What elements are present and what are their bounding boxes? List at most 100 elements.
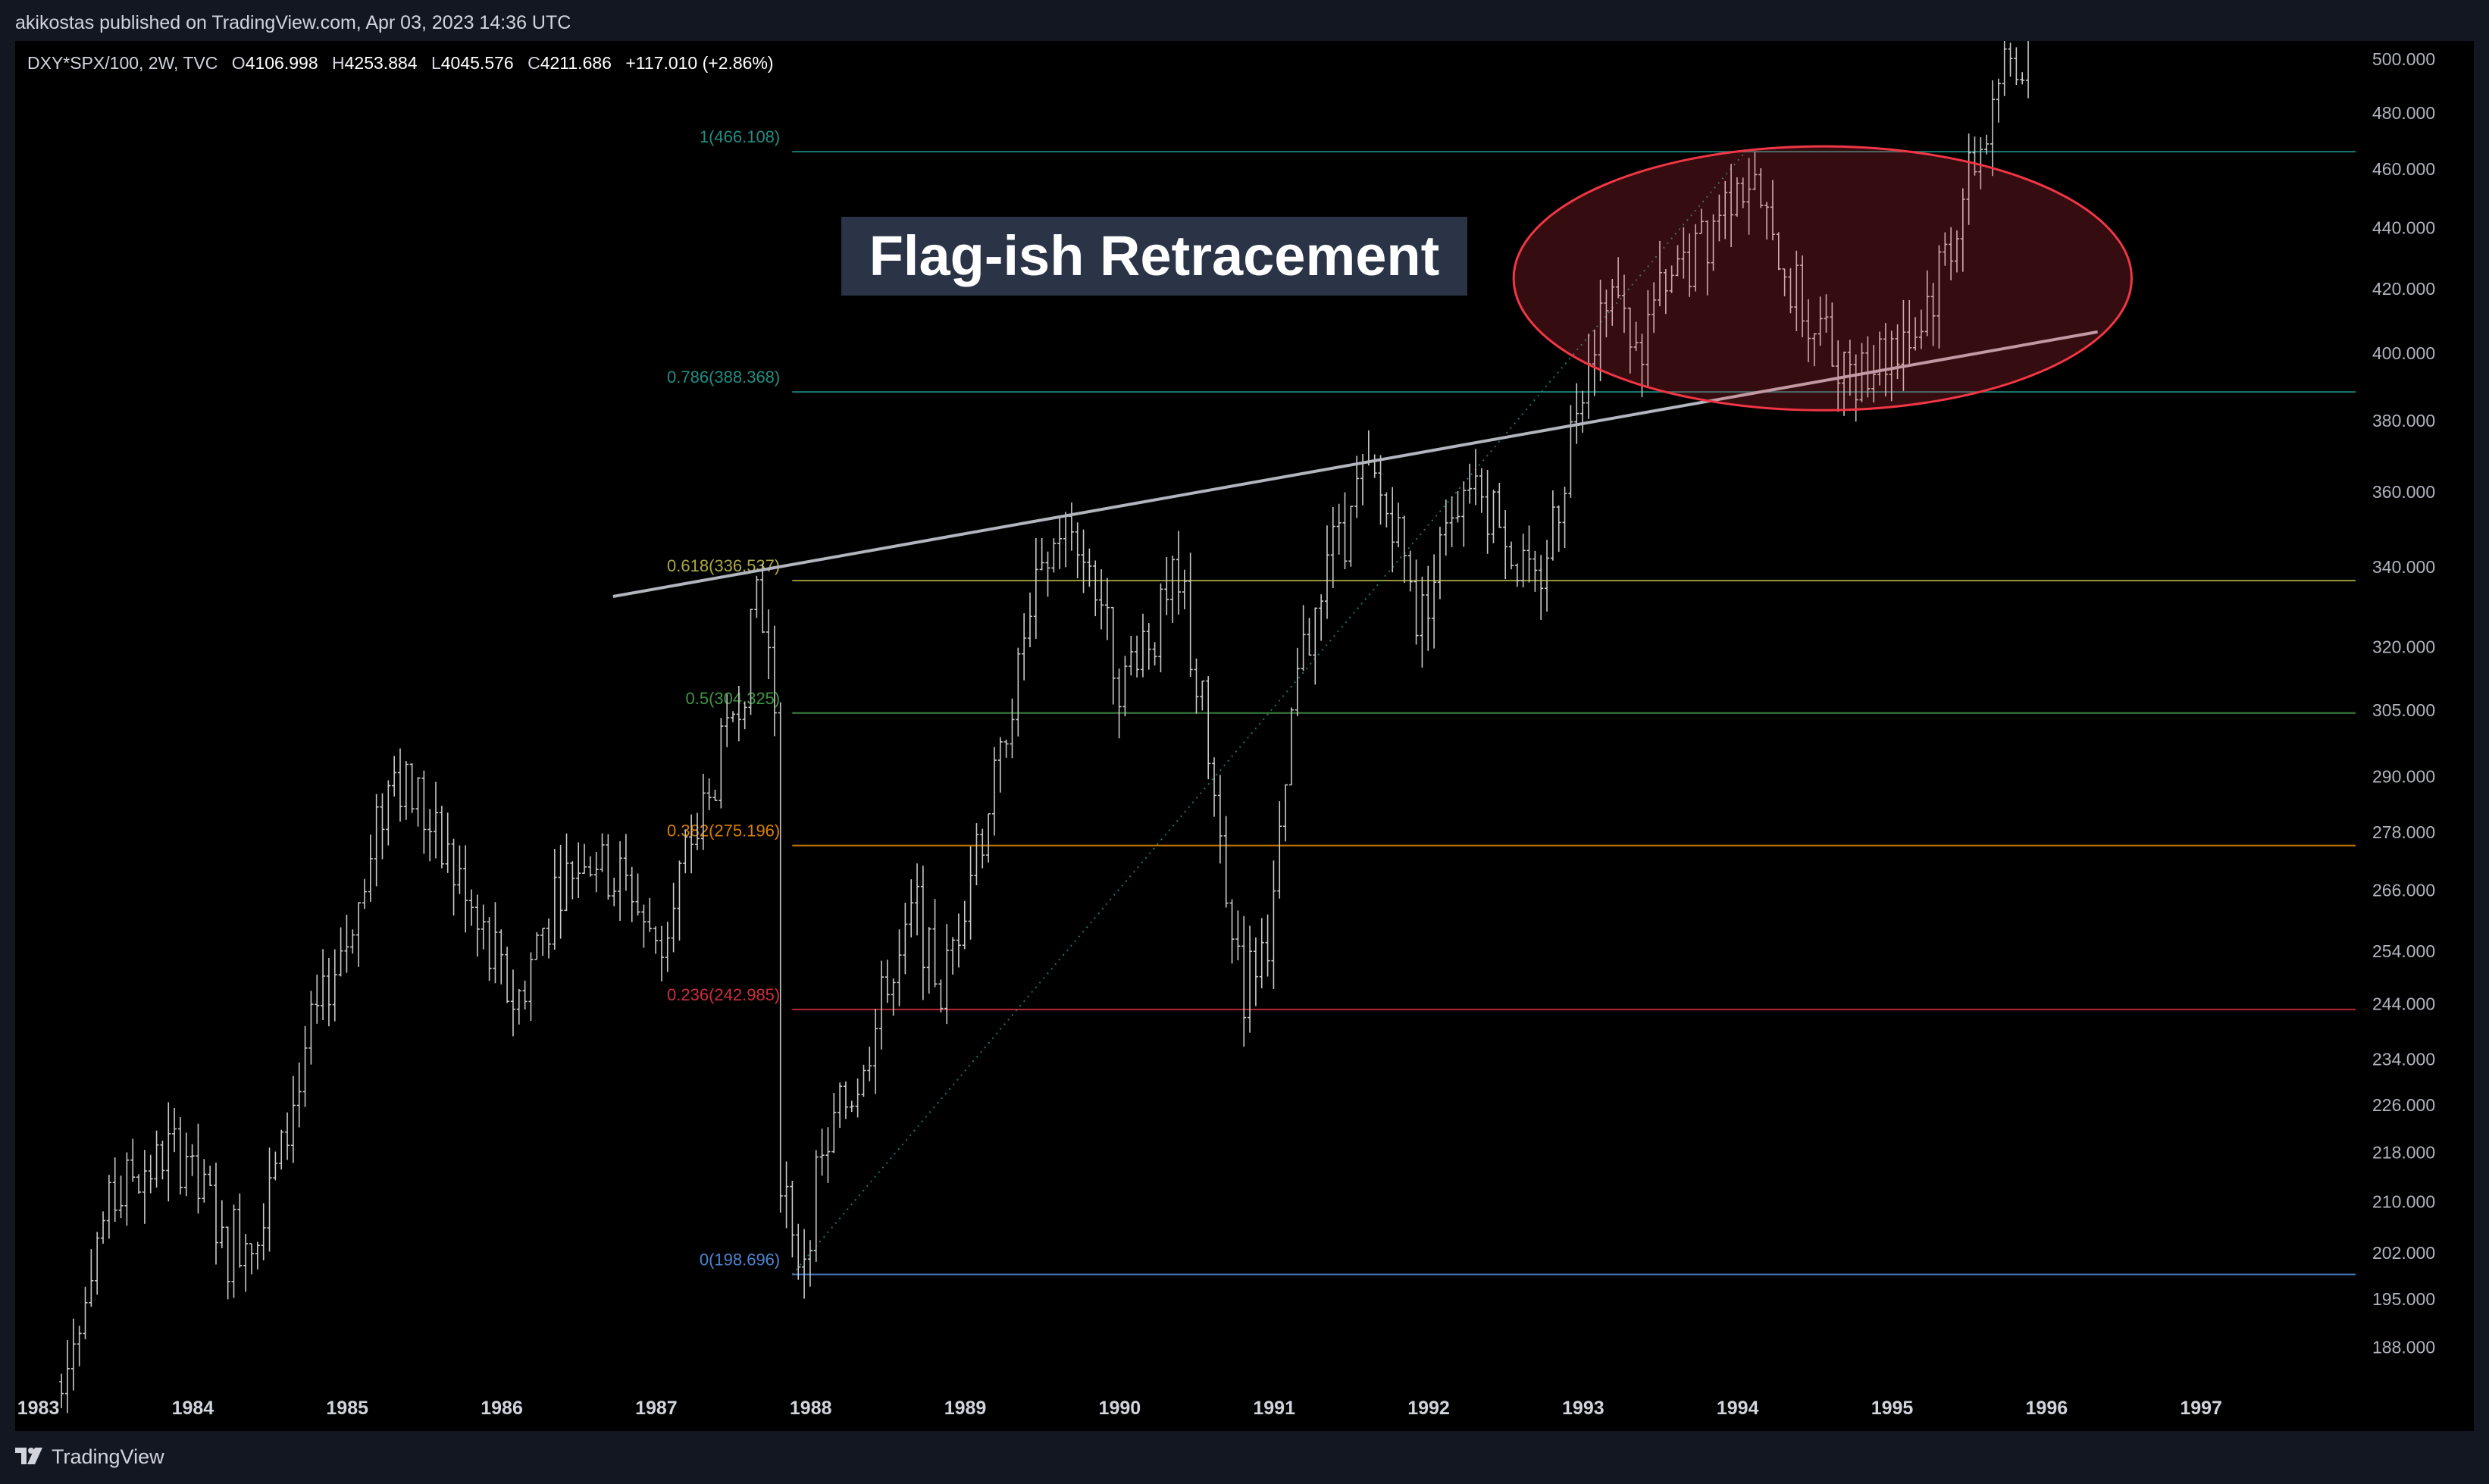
price-bar	[64, 1340, 70, 1414]
price-bar	[89, 1249, 94, 1307]
price-bar	[1520, 534, 1526, 587]
price-bar	[1158, 583, 1163, 673]
price-bar	[1384, 492, 1389, 528]
x-tick-label: 1988	[790, 1398, 832, 1419]
price-bar	[189, 1144, 195, 1176]
price-bar	[267, 1147, 272, 1252]
price-bar	[499, 929, 504, 985]
price-bar	[409, 763, 415, 813]
price-bar	[451, 838, 456, 916]
fib-label: 0(198.696)	[700, 1251, 780, 1270]
price-bar	[861, 1064, 866, 1097]
price-bar	[766, 609, 772, 680]
price-bar	[415, 777, 421, 827]
price-bar	[926, 927, 931, 994]
price-bar	[1996, 78, 2001, 123]
price-bar	[1449, 496, 1454, 547]
price-bar	[1378, 455, 1383, 525]
price-bar	[1003, 739, 1009, 758]
price-bar	[1271, 860, 1276, 989]
x-tick-label: 1990	[1099, 1398, 1141, 1419]
price-bar	[1140, 613, 1145, 678]
price-bar	[1580, 390, 1586, 433]
price-bar	[1206, 676, 1211, 780]
price-bar	[296, 1062, 302, 1128]
price-bar	[445, 812, 450, 873]
price-bar	[986, 812, 991, 863]
fib-label: 0.236(242.985)	[667, 985, 780, 1004]
price-bar	[1176, 531, 1181, 615]
price-bar	[1491, 490, 1496, 543]
price-bar	[1313, 607, 1318, 685]
price-bar	[386, 780, 391, 846]
price-bar	[273, 1151, 278, 1181]
price-bar	[208, 1166, 213, 1187]
price-bar	[1443, 499, 1448, 556]
y-tick-label: 234.000	[2372, 1049, 2435, 1069]
price-bar	[1432, 554, 1437, 649]
legend-symbol: DXY*SPX/100, 2W, TVC	[27, 53, 218, 73]
y-tick-label: 420.000	[2372, 279, 2435, 299]
price-bar	[177, 1116, 183, 1195]
price-bar	[873, 1009, 878, 1094]
price-bar	[1063, 512, 1069, 568]
price-bar	[255, 1241, 260, 1270]
legend-change: +117.010 (+2.86%)	[625, 53, 774, 73]
price-bar	[1307, 618, 1312, 656]
price-bar	[778, 702, 783, 1213]
price-bar	[321, 949, 326, 1021]
price-bar	[849, 1100, 854, 1113]
price-bar	[290, 1075, 296, 1163]
price-bar	[641, 904, 647, 948]
price-bar	[1045, 551, 1050, 597]
price-bar	[1194, 659, 1199, 714]
price-bar	[1235, 910, 1241, 961]
price-bar	[671, 882, 676, 953]
price-bar	[172, 1107, 177, 1153]
price-bar	[374, 794, 379, 887]
price-bar	[754, 575, 759, 618]
price-bar	[510, 969, 515, 1037]
price-bar	[326, 957, 331, 1027]
price-bar	[956, 913, 961, 968]
price-bar	[1152, 642, 1157, 666]
price-bar	[338, 927, 343, 977]
price-bar	[570, 861, 575, 900]
legend-high-label: H	[332, 53, 345, 73]
price-bar	[915, 863, 920, 936]
price-bar	[647, 897, 653, 932]
price-bar	[516, 988, 521, 1025]
price-bar	[469, 889, 474, 926]
price-bar	[493, 902, 498, 984]
price-bar	[819, 1129, 825, 1176]
price-bar	[202, 1159, 207, 1203]
legend-close-label: C	[528, 53, 540, 73]
price-bar	[1200, 680, 1205, 711]
price-bar	[825, 1127, 831, 1183]
price-bar	[2002, 41, 2007, 96]
y-tick-label: 305.000	[2372, 700, 2435, 720]
price-bar	[1437, 527, 1442, 600]
price-bar	[968, 846, 973, 940]
price-bar	[790, 1180, 795, 1257]
price-bar	[1556, 505, 1561, 553]
price-bar	[1497, 483, 1502, 528]
price-bar	[1550, 490, 1555, 561]
price-bar	[546, 918, 551, 959]
price-bar	[124, 1152, 130, 1226]
annotation-label[interactable]: Flag-ish Retracement	[841, 217, 1467, 296]
price-bar	[2014, 47, 2019, 86]
price-bar	[1229, 899, 1235, 964]
price-bar	[1217, 775, 1223, 864]
price-bar	[1473, 449, 1478, 506]
price-bar	[403, 760, 409, 820]
price-bar	[867, 1046, 872, 1082]
chart-panel[interactable]: 1(466.108) 0.786(388.368) 0.618(336.537) 0.…	[15, 41, 2474, 1431]
price-bar	[279, 1129, 284, 1170]
price-bar	[1396, 502, 1401, 548]
symbol-legend: DXY*SPX/100, 2W, TVC O4106.998 H4253.884…	[27, 53, 774, 74]
price-bar	[1033, 537, 1038, 639]
price-bar	[1348, 506, 1354, 567]
price-bar	[1288, 707, 1294, 786]
legend-high: 4253.884	[344, 53, 418, 73]
